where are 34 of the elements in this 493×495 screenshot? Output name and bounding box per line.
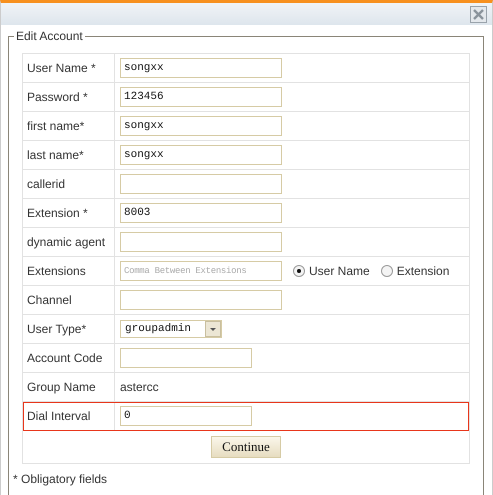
radio-option[interactable]: User Name xyxy=(293,264,370,278)
field-value: astercc xyxy=(120,380,159,394)
field-label: first name* xyxy=(23,112,115,140)
continue-button[interactable]: Continue xyxy=(211,436,281,458)
field-label: Extension * xyxy=(23,199,115,227)
input-field[interactable] xyxy=(120,348,252,368)
field-label: User Name * xyxy=(23,54,115,82)
close-icon[interactable] xyxy=(470,6,487,22)
input-field[interactable]: 123456 xyxy=(120,87,282,107)
field-label: Extensions xyxy=(23,257,115,285)
input-field[interactable] xyxy=(120,174,282,194)
field-label: User Type* xyxy=(23,315,115,343)
radio-button[interactable] xyxy=(380,265,393,277)
legend-title: Edit Account xyxy=(14,29,85,43)
input-field[interactable]: songxx xyxy=(120,58,282,78)
field-label: callerid xyxy=(23,170,115,198)
input-field[interactable]: Comma Between Extensions xyxy=(120,261,282,281)
radio-option[interactable]: Extension xyxy=(380,264,450,278)
field-label: Password * xyxy=(23,83,115,111)
field-label: last name* xyxy=(23,141,115,169)
input-field[interactable]: 0 xyxy=(120,406,252,426)
field-label: Account Code xyxy=(23,344,115,372)
input-field[interactable] xyxy=(120,232,282,252)
select-dropdown[interactable]: groupadmin xyxy=(120,320,222,338)
field-label: Channel xyxy=(23,286,115,314)
field-label: Group Name xyxy=(23,373,115,401)
input-field[interactable]: 8003 xyxy=(120,203,282,223)
radio-button[interactable] xyxy=(293,265,305,277)
field-label: Dial Interval xyxy=(23,402,115,430)
input-field[interactable]: songxx xyxy=(120,116,282,136)
input-field[interactable]: songxx xyxy=(120,145,282,165)
footnote: * Obligatory fields xyxy=(13,472,108,486)
field-label: dynamic agent xyxy=(23,228,115,256)
input-field[interactable] xyxy=(120,290,282,310)
